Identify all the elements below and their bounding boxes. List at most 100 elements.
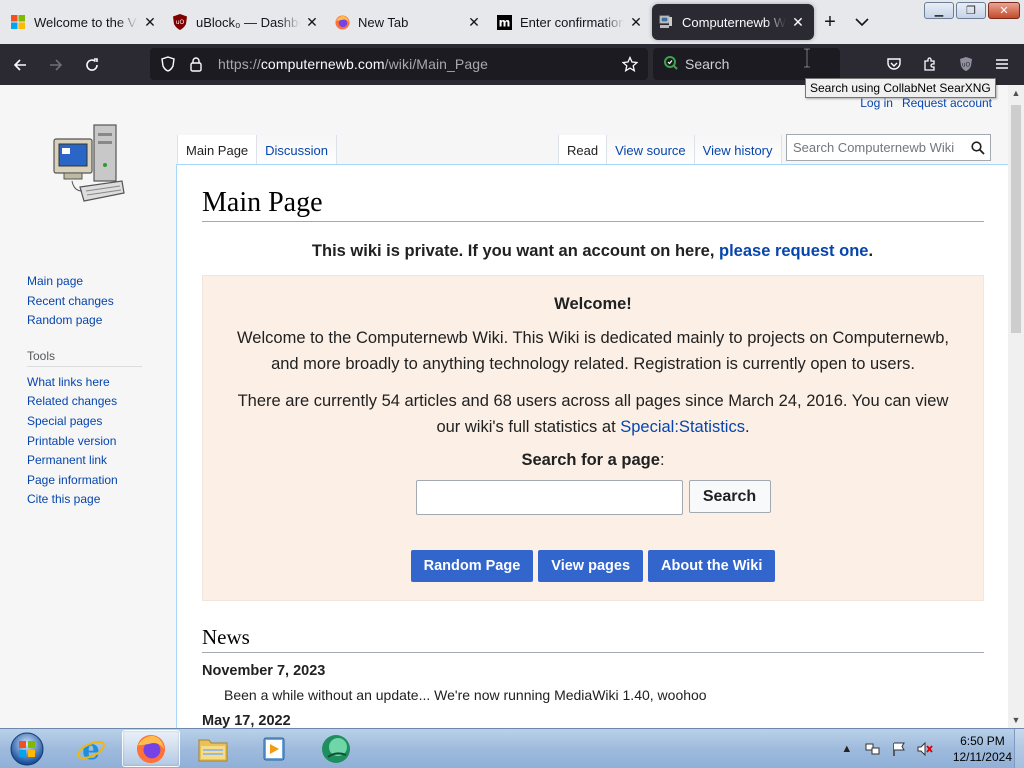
green-app-icon bbox=[322, 734, 350, 763]
taskbar-app-green[interactable] bbox=[307, 730, 365, 767]
restore-button[interactable]: ❐ bbox=[956, 2, 986, 19]
sidebar-link[interactable]: What links here bbox=[27, 375, 110, 389]
random-page-button[interactable]: Random Page bbox=[410, 550, 534, 582]
extensions-puzzle-icon[interactable] bbox=[914, 48, 946, 80]
sidebar-link[interactable]: Recent changes bbox=[27, 294, 114, 308]
taskbar-media-player[interactable] bbox=[245, 730, 303, 767]
private-notice: This wiki is private. If you want an acc… bbox=[202, 242, 983, 261]
notice-text: This wiki is private. If you want an acc… bbox=[311, 242, 719, 260]
sidebar-link[interactable]: Random page bbox=[27, 313, 102, 327]
minimize-button[interactable]: ▁ bbox=[924, 2, 954, 19]
close-icon[interactable]: ✕ bbox=[790, 14, 806, 30]
tab-label[interactable]: Discussion bbox=[265, 143, 328, 158]
sidebar-item-permanent-link[interactable]: Permanent link bbox=[27, 451, 147, 471]
network-icon[interactable] bbox=[865, 741, 881, 757]
tab-main-page[interactable]: Main Page bbox=[177, 135, 258, 165]
login-link[interactable]: Log in bbox=[860, 96, 893, 110]
namespace-tabs: Main Page Discussion bbox=[177, 135, 338, 165]
sidebar-item-main-page[interactable]: Main page bbox=[27, 272, 147, 292]
search-button[interactable]: Search bbox=[688, 480, 771, 513]
hamburger-menu-icon[interactable] bbox=[986, 48, 1018, 80]
tray-expand-arrow-icon[interactable]: ▲ bbox=[839, 741, 855, 757]
sidebar-link[interactable]: Cite this page bbox=[27, 492, 100, 506]
stats-paragraph: There are currently 54 articles and 68 u… bbox=[225, 388, 961, 440]
tools-portal: Tools What links here Related changes Sp… bbox=[27, 348, 147, 510]
sidebar-item-random-page[interactable]: Random page bbox=[27, 311, 147, 331]
tab-welcome[interactable]: Welcome to the Visual ✕ bbox=[4, 4, 166, 40]
close-icon[interactable]: ✕ bbox=[466, 14, 482, 30]
tracking-shield-icon[interactable] bbox=[156, 52, 180, 76]
news-date: May 17, 2022 bbox=[202, 713, 291, 728]
search-tooltip: Search using CollabNet SearXNG bbox=[805, 78, 996, 98]
close-window-button[interactable]: ✕ bbox=[988, 2, 1020, 19]
volume-muted-icon[interactable] bbox=[917, 741, 933, 757]
sidebar-item-what-links-here[interactable]: What links here bbox=[27, 373, 147, 393]
lock-icon[interactable] bbox=[184, 52, 208, 76]
sidebar-link[interactable]: Related changes bbox=[27, 394, 117, 408]
wiki-logo-computer-icon[interactable] bbox=[50, 121, 126, 207]
tab-confirmation[interactable]: m Enter confirmation code ✕ bbox=[490, 4, 652, 40]
firefox-icon bbox=[334, 14, 350, 30]
pocket-icon[interactable] bbox=[878, 48, 910, 80]
search-icon[interactable] bbox=[966, 136, 990, 160]
sidebar-item-recent-changes[interactable]: Recent changes bbox=[27, 292, 147, 312]
chevron-down-icon[interactable] bbox=[846, 4, 878, 40]
sidebar-item-special-pages[interactable]: Special pages bbox=[27, 412, 147, 432]
sidebar-link[interactable]: Printable version bbox=[27, 434, 116, 448]
new-tab-plus-icon[interactable]: + bbox=[814, 4, 846, 40]
ublock-toolbar-icon[interactable]: uO bbox=[950, 48, 982, 80]
tab-read[interactable]: Read bbox=[558, 135, 608, 165]
page-search-row: Search bbox=[203, 480, 983, 515]
tab-view-history[interactable]: View history bbox=[694, 135, 782, 165]
action-center-flag-icon[interactable] bbox=[891, 741, 907, 757]
bookmark-star-icon[interactable] bbox=[618, 52, 642, 76]
taskbar-internet-explorer[interactable]: e bbox=[62, 730, 120, 767]
forward-arrow-icon[interactable] bbox=[40, 49, 72, 81]
tab-view-source[interactable]: View source bbox=[607, 135, 695, 165]
back-arrow-icon[interactable] bbox=[4, 49, 36, 81]
url-text[interactable]: https://computernewb.com/wiki/Main_Page bbox=[218, 56, 488, 72]
start-button[interactable] bbox=[4, 730, 50, 768]
wiki-search-input[interactable]: Search Computernewb Wiki bbox=[786, 134, 991, 161]
scroll-down-arrow-icon[interactable]: ▼ bbox=[1008, 712, 1024, 728]
tab-strip: Welcome to the Visual ✕ uO uBlock₀ — Das… bbox=[0, 0, 1024, 44]
about-wiki-button[interactable]: About the Wiki bbox=[648, 550, 776, 582]
view-pages-button[interactable]: View pages bbox=[538, 550, 644, 582]
sidebar-link[interactable]: Main page bbox=[27, 274, 83, 288]
system-clock[interactable]: 6:50 PM 12/11/2024 bbox=[953, 733, 1012, 765]
page-scrollbar[interactable]: ▲ ▼ bbox=[1008, 85, 1024, 728]
searxng-icon bbox=[663, 55, 679, 74]
scroll-up-arrow-icon[interactable]: ▲ bbox=[1008, 85, 1024, 101]
tab-label[interactable]: View source bbox=[615, 143, 686, 158]
main-content: Main Page This wiki is private. If you w… bbox=[176, 164, 1008, 728]
request-account-link[interactable]: Request account bbox=[902, 96, 992, 110]
taskbar-file-explorer[interactable] bbox=[184, 730, 242, 767]
sidebar-link[interactable]: Special pages bbox=[27, 414, 102, 428]
stats-text: There are currently 54 articles and 68 u… bbox=[237, 392, 949, 436]
statistics-link[interactable]: Special:Statistics bbox=[620, 418, 745, 436]
reload-icon[interactable] bbox=[76, 49, 108, 81]
sidebar-link[interactable]: Page information bbox=[27, 473, 118, 487]
sidebar-item-related-changes[interactable]: Related changes bbox=[27, 392, 147, 412]
close-icon[interactable]: ✕ bbox=[142, 14, 158, 30]
tab-ublock[interactable]: uO uBlock₀ — Dashboard ✕ bbox=[166, 4, 328, 40]
sidebar-item-printable-version[interactable]: Printable version bbox=[27, 432, 147, 452]
show-desktop-button[interactable] bbox=[1014, 729, 1024, 768]
scrollbar-thumb[interactable] bbox=[1011, 105, 1021, 333]
close-icon[interactable]: ✕ bbox=[628, 14, 644, 30]
tab-discussion[interactable]: Discussion bbox=[257, 135, 338, 165]
tab-label[interactable]: View history bbox=[703, 143, 773, 158]
sidebar-item-cite-this-page[interactable]: Cite this page bbox=[27, 490, 147, 510]
page-search-input[interactable] bbox=[415, 480, 683, 515]
tab-computernewb-wiki[interactable]: Computernewb Wiki ✕ bbox=[652, 4, 814, 40]
sidebar-link[interactable]: Permanent link bbox=[27, 453, 107, 467]
windows-orb-icon bbox=[10, 732, 44, 766]
tab-new-tab[interactable]: New Tab ✕ bbox=[328, 4, 490, 40]
tab-title: New Tab bbox=[358, 14, 409, 30]
close-icon[interactable]: ✕ bbox=[304, 14, 320, 30]
sidebar-item-page-information[interactable]: Page information bbox=[27, 471, 147, 491]
windows-logo-icon bbox=[10, 14, 26, 30]
url-bar[interactable]: https://computernewb.com/wiki/Main_Page bbox=[150, 48, 648, 80]
taskbar-firefox[interactable] bbox=[122, 730, 180, 767]
request-one-link[interactable]: please request one bbox=[719, 242, 868, 260]
